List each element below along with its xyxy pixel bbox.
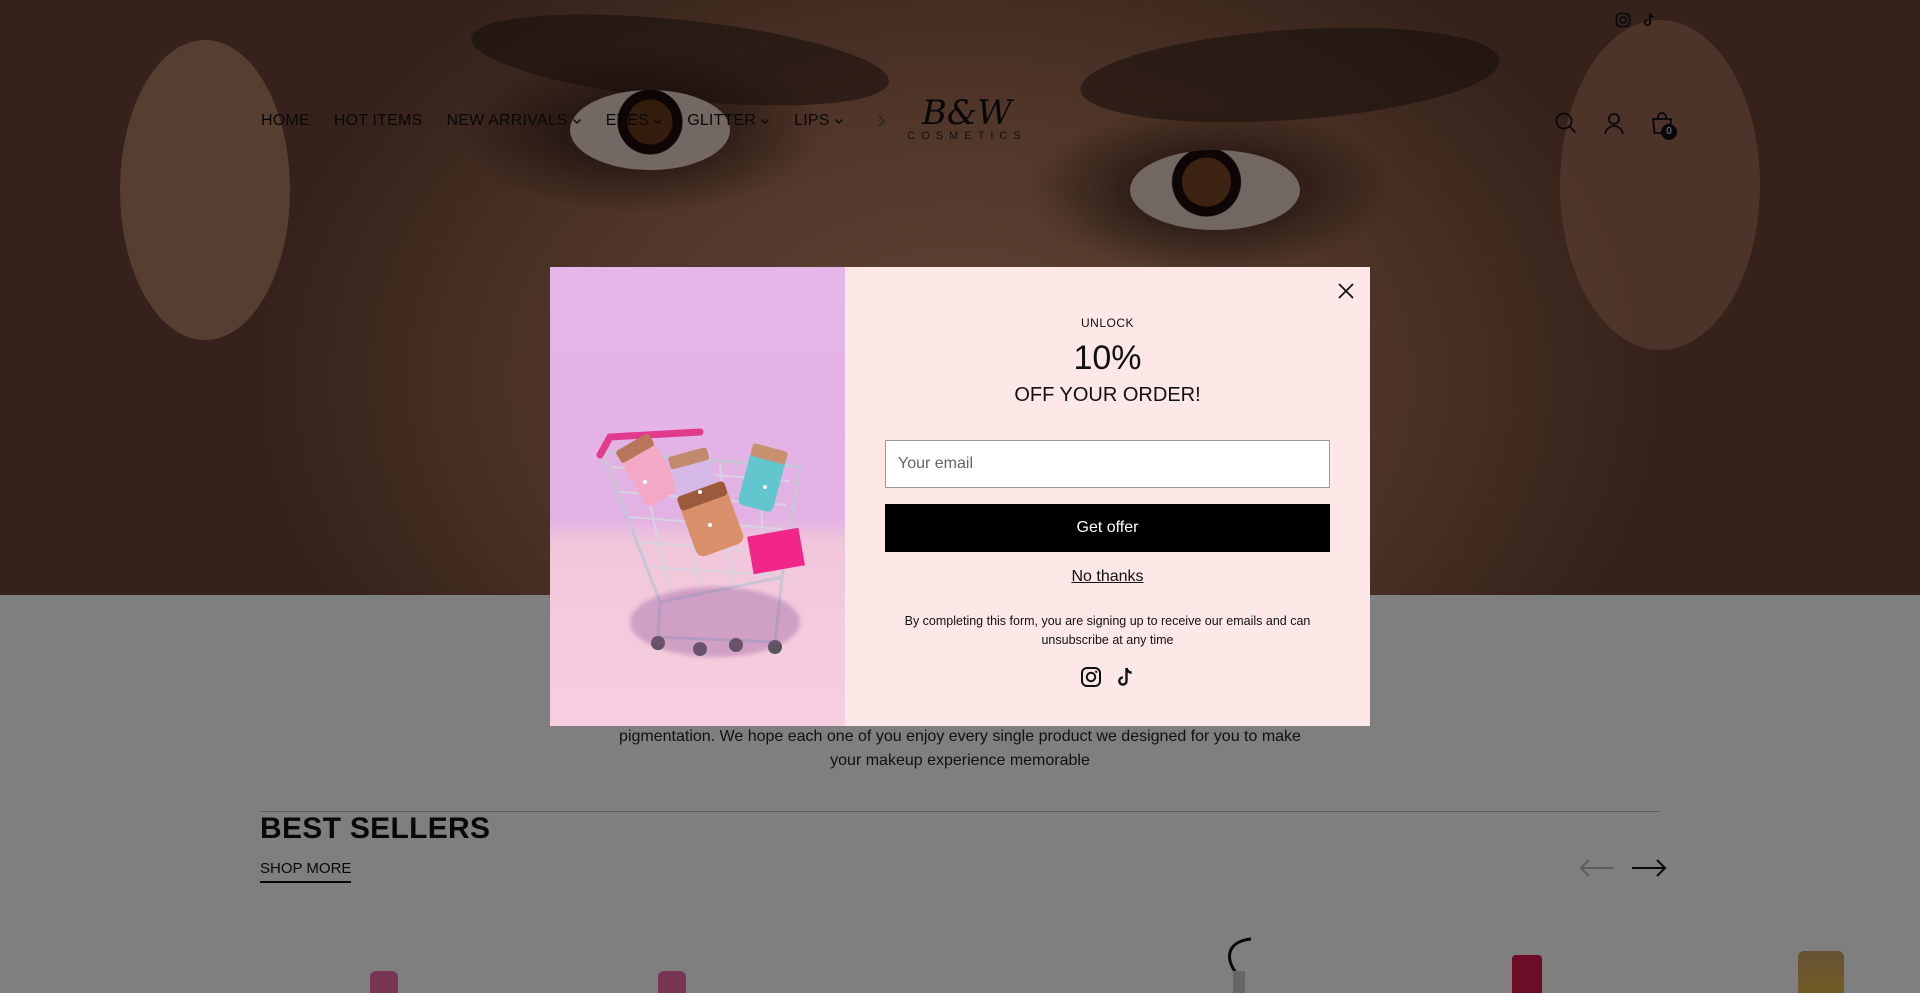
popup-social-links [845,666,1370,688]
popup-image [550,267,845,726]
popup-discount: 10% [1073,339,1142,377]
get-offer-button[interactable]: Get offer [885,504,1330,552]
popup-eyebrow: UNLOCK [1080,316,1134,330]
email-field[interactable] [885,440,1330,488]
close-icon[interactable] [1336,281,1356,301]
popup-subtitle: OFF YOUR ORDER! [1014,384,1201,406]
popup-image-shadow [630,587,800,657]
popup-disclaimer: By completing this form, you are signing… [904,614,1311,647]
no-thanks-link[interactable]: No thanks [845,568,1370,586]
tiktok-icon[interactable] [1114,666,1136,688]
discount-popup: UNLOCK 10% OFF YOUR ORDER! Get offer No … [550,267,1370,726]
shopping-cart-glitter-image [596,428,805,656]
popup-content: UNLOCK 10% OFF YOUR ORDER! Get offer No … [845,267,1370,726]
instagram-icon[interactable] [1080,666,1102,688]
